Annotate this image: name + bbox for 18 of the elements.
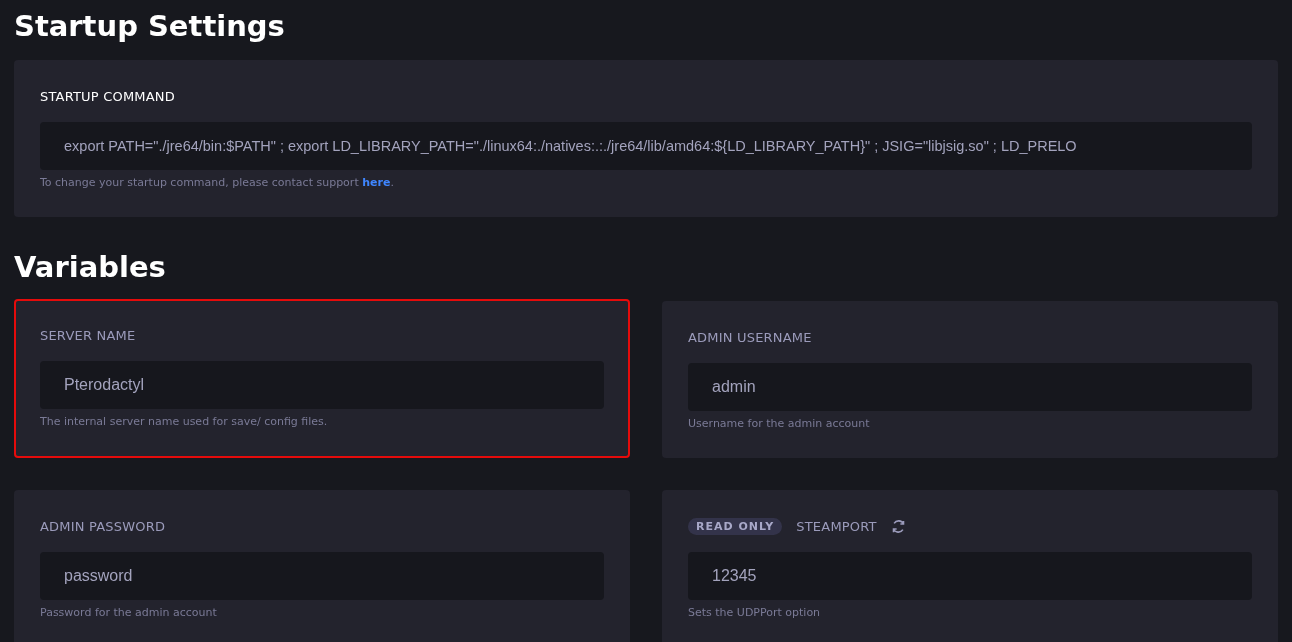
field-description: Sets the UDPPort option <box>688 606 822 619</box>
variable-input[interactable]: password <box>40 552 604 600</box>
field-description: The internal server name used for save/ config files. <box>40 415 329 428</box>
startup-command-field[interactable]: export PATH="./jre64/bin:$PATH" ; export LD_LIBRARY_PATH="./linux64:./natives:.:./jre64/lib/amd64:${LD_LIBRARY_PATH}" ; JSIG="libjsig.so" ; LD_PRELO <box>40 122 1252 170</box>
field-label: STEAMPORT <box>796 518 877 534</box>
field-description: Username for the admin account <box>688 417 871 430</box>
field-label: SERVER NAME <box>40 327 136 343</box>
refresh-icon <box>890 518 906 534</box>
section-title: Variables <box>14 249 167 286</box>
variable-input[interactable]: Pterodactyl <box>40 361 604 409</box>
variable-input[interactable]: admin <box>688 363 1252 411</box>
field-label: ADMIN USERNAME <box>688 329 812 345</box>
read-only-badge: READ ONLY <box>688 517 783 535</box>
field-description: Password for the admin account <box>40 606 218 619</box>
help-text: To change your startup command, please contact support here. <box>40 176 395 189</box>
section-title: Startup Settings <box>14 8 286 45</box>
field-label: ADMIN PASSWORD <box>40 518 166 534</box>
field-label: STARTUP COMMAND <box>40 88 175 104</box>
